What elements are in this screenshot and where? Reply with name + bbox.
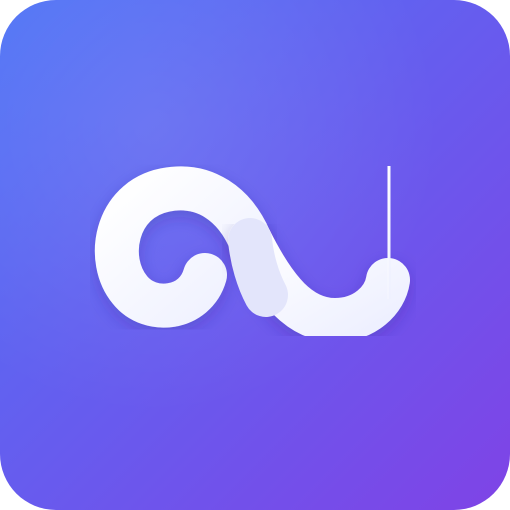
cn-logo-icon: [94, 163, 412, 342]
logo-n-left-leg: [228, 218, 288, 317]
app-icon[interactable]: [0, 0, 510, 510]
logo-n-right-leg: [366, 163, 412, 302]
